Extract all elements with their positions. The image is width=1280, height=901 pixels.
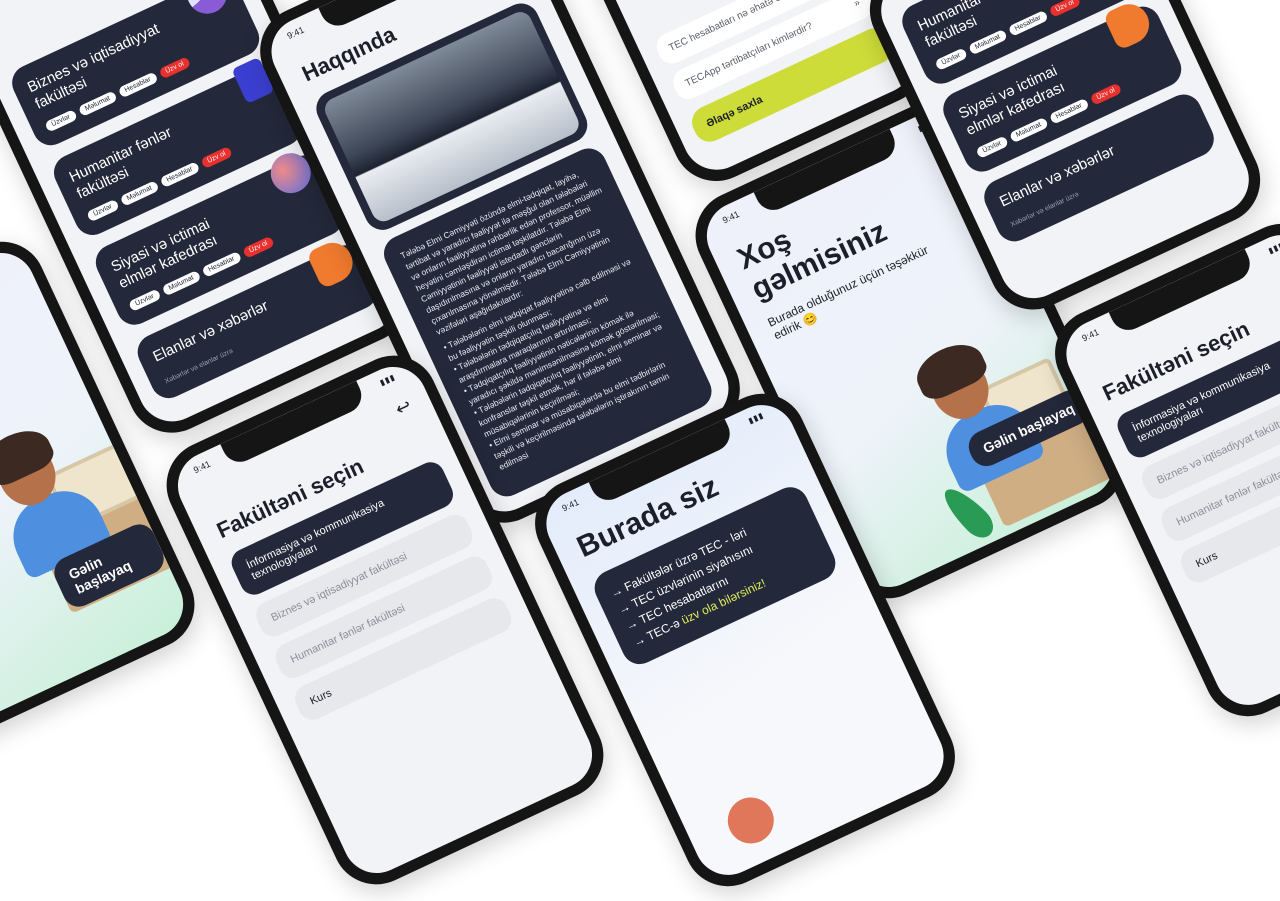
chip-reports[interactable]: Hesablar [159, 161, 201, 189]
chip-reports[interactable]: Hesablar [201, 251, 242, 278]
chip-reports[interactable]: Hesablar [1048, 97, 1090, 125]
status-time: 9:41 [285, 24, 306, 42]
chip-reports[interactable]: Hesablar [1007, 9, 1049, 37]
battery-icon: ▮▮▮ [378, 372, 397, 388]
megaphone-icon [1102, 0, 1156, 51]
chip-members[interactable]: Üzvlər [934, 47, 968, 71]
chip-members[interactable]: Üzvlər [44, 109, 78, 133]
chip-join[interactable]: Üzv ol [1048, 0, 1082, 18]
back-arrow-icon[interactable]: ↩ [392, 395, 415, 420]
chip-join[interactable]: Üzv ol [1089, 82, 1123, 106]
chip-members[interactable]: Üzvlər [127, 288, 162, 313]
pie-chart-icon [180, 0, 234, 21]
chip-info[interactable]: Məlumat [967, 29, 1008, 56]
chip-info[interactable]: Məlumat [161, 270, 202, 297]
chip-reports[interactable]: Hesablar [117, 71, 159, 99]
status-time: 9:41 [191, 458, 213, 476]
status-time: 9:41 [1080, 326, 1101, 344]
battery-icon: ▮▮▮ [746, 410, 766, 426]
chip-info[interactable]: Məlumat [77, 90, 118, 117]
chip-members[interactable]: Üzvlər [86, 198, 120, 223]
teacher-illustration [720, 789, 782, 852]
chip-join[interactable]: Üzv ol [241, 235, 276, 259]
chip-join[interactable]: Üzv ol [200, 145, 234, 170]
chip-info[interactable]: Məlumat [119, 180, 160, 207]
battery-icon: ▮▮▮ [1266, 240, 1280, 256]
chip-info[interactable]: Məlumat [1008, 116, 1049, 144]
chip-join[interactable]: Üzv ol [158, 56, 192, 80]
status-time: 9:41 [560, 496, 581, 514]
status-time: 9:41 [720, 209, 741, 226]
chip-members[interactable]: Üzvlər [975, 135, 1009, 159]
chevron-double-icon: » [852, 0, 862, 10]
